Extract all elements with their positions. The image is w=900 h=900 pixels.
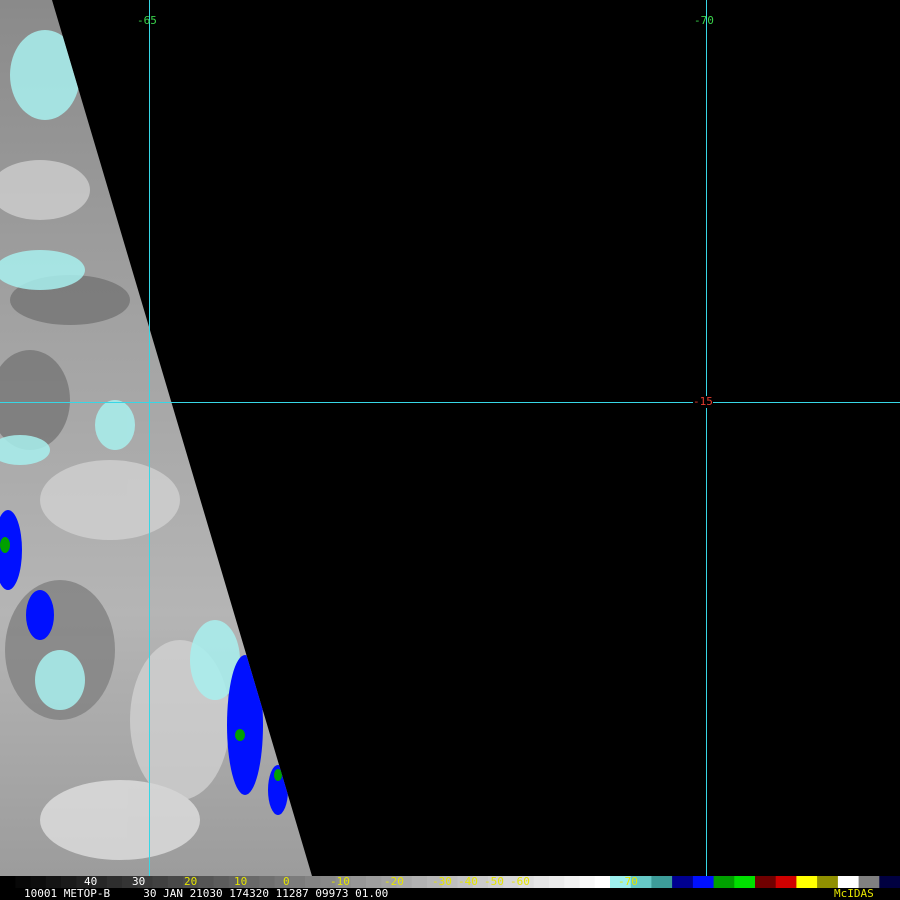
color-scale-bar: 40 30 20 10 0 -10 -20 -30 -40 -50 -60 -7… [0, 876, 900, 900]
scale-swatch [775, 876, 797, 888]
scale-swatch [796, 876, 818, 888]
scale-swatch [594, 876, 611, 888]
lon-label-70: -70 [694, 14, 714, 27]
scale-swatch [692, 876, 715, 888]
scale-swatch [549, 876, 565, 888]
lon-label-65: -65 [137, 14, 157, 27]
image-info-line: 10001 METOP-B 30 JAN 21030 174320 11287 … [24, 887, 389, 900]
scale-swatch [713, 876, 735, 888]
scale-tick-label: -40 [458, 875, 478, 888]
scale-tick-label: -60 [510, 875, 530, 888]
scale-swatch [879, 876, 900, 888]
scale-swatch [672, 876, 694, 888]
lat-label-15: -15 [693, 395, 713, 408]
scale-swatch [0, 876, 16, 888]
scale-swatch [579, 876, 596, 888]
satellite-map [0, 0, 900, 876]
scale-tick-label: -30 [432, 875, 452, 888]
scale-swatch [734, 876, 756, 888]
scale-tick-label: -50 [484, 875, 504, 888]
mcidas-brand: McIDAS [834, 887, 874, 900]
scale-swatch [411, 876, 428, 888]
scale-swatch [651, 876, 673, 888]
scale-swatch [564, 876, 581, 888]
scale-tick-label: -70 [618, 875, 638, 888]
scale-swatch [755, 876, 777, 888]
scale-swatch [533, 876, 550, 888]
